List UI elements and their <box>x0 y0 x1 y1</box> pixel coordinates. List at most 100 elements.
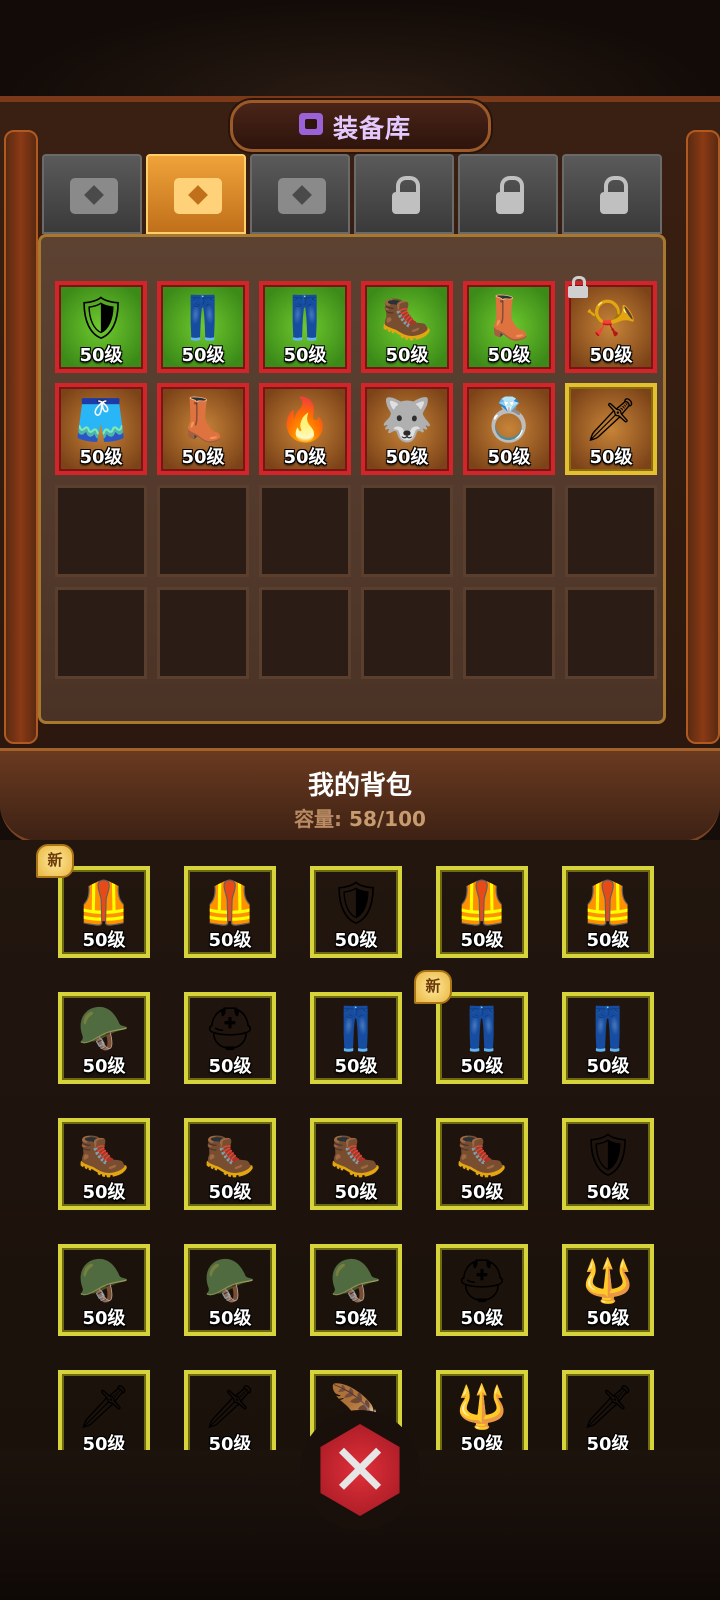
item-level: 50级 <box>487 345 531 366</box>
chest-icon <box>278 178 326 214</box>
empty-slot[interactable] <box>55 587 147 679</box>
royal-pants-item[interactable]: 👖 50级 <box>562 992 654 1084</box>
empty-slot[interactable] <box>463 587 555 679</box>
green-sword-item[interactable]: 🗡 50级 <box>562 1370 654 1450</box>
winged-gold-boots-item[interactable]: 👢 50级 <box>157 383 249 475</box>
lock-icon <box>600 176 628 216</box>
green-boots-icon: 🥾 <box>329 1130 383 1179</box>
green-pants-item[interactable]: 👖 50级 <box>310 992 402 1084</box>
dark-spiked-boots-item[interactable]: 🥾 50级 <box>361 281 453 373</box>
blue-shoulder-armor-item[interactable]: 🛡 50级 <box>310 866 402 958</box>
item-level: 50级 <box>460 1056 504 1077</box>
royal-pants-icon: 👖 <box>455 1004 509 1053</box>
wolf-pendant-item[interactable]: 🐺 50级 <box>361 383 453 475</box>
fire-chest-armor-item[interactable]: 🔥 50级 <box>259 383 351 475</box>
green-pants-icon: 👖 <box>329 1004 383 1053</box>
sword-item[interactable]: 🗡 50级 <box>184 1370 276 1450</box>
empty-slot[interactable] <box>157 587 249 679</box>
tab-storage-3[interactable] <box>250 154 350 234</box>
storage-tabs <box>42 154 664 234</box>
dark-gold-pants-item[interactable]: 👖 50级 <box>259 281 351 373</box>
item-level: 50级 <box>82 1434 126 1450</box>
chest-icon <box>70 178 118 214</box>
empty-slot[interactable] <box>157 485 249 577</box>
item-level: 50级 <box>460 1182 504 1203</box>
item-level: 50级 <box>460 1434 504 1450</box>
gold-ring-item[interactable]: 💍 50级 <box>463 383 555 475</box>
tab-storage-4-locked[interactable] <box>354 154 454 234</box>
empty-slot[interactable] <box>361 587 453 679</box>
war-horn-icon: 📯 <box>584 293 638 342</box>
frame-left-pillar <box>4 130 38 744</box>
capacity-value: 58/100 <box>349 807 426 831</box>
empty-slot[interactable] <box>565 587 657 679</box>
white-gold-boots-item[interactable]: 👢 50级 <box>463 281 555 373</box>
green-helmet-icon: 🪖 <box>77 1256 131 1305</box>
item-level: 50级 <box>385 447 429 468</box>
empty-slot[interactable] <box>259 587 351 679</box>
empty-slot[interactable] <box>55 485 147 577</box>
empty-slot[interactable] <box>259 485 351 577</box>
bronze-chest-armor-icon: 🦺 <box>77 878 131 927</box>
storage-grid: 🛡 50级 👖 50级 👖 50级 🥾 50级 👢 50级 📯 50级 🩳 50级 👢 50级 🔥 50级 🐺 50级… <box>38 234 666 724</box>
tab-storage-2[interactable] <box>146 154 246 234</box>
item-level: 50级 <box>208 1056 252 1077</box>
sword-item[interactable]: 🗡 50级 <box>58 1370 150 1450</box>
royal-pants-item[interactable]: 👖 50级 <box>436 992 528 1084</box>
horned-helmet-icon: 🪖 <box>77 1004 131 1053</box>
gold-helmet-icon: ⛑ <box>455 1256 509 1305</box>
chest-icon <box>174 178 222 214</box>
white-gold-boots-icon: 👢 <box>482 293 536 342</box>
dark-gold-pants-icon: 👖 <box>176 293 230 342</box>
item-level: 50级 <box>334 1308 378 1329</box>
item-level: 50级 <box>208 1308 252 1329</box>
gold-helmet-item[interactable]: ⛑ 50级 <box>436 1244 528 1336</box>
green-helmet-item[interactable]: 🪖 50级 <box>58 1244 150 1336</box>
bag-capacity: 容量: 58/100 <box>0 803 720 832</box>
sword-item[interactable]: 🗡 50级 <box>565 383 657 475</box>
empty-slot[interactable] <box>463 485 555 577</box>
tab-storage-6-locked[interactable] <box>562 154 662 234</box>
item-level: 50级 <box>589 447 633 468</box>
plumed-helmet-item[interactable]: ⛑ 50级 <box>184 992 276 1084</box>
blue-helmet-item[interactable]: 🪖 50级 <box>184 1244 276 1336</box>
purple-chest-armor-item[interactable]: 🦺 50级 <box>562 866 654 958</box>
red-white-pants-item[interactable]: 🩳 50级 <box>55 383 147 475</box>
green-boots-item[interactable]: 🥾 50级 <box>310 1118 402 1210</box>
tab-storage-1[interactable] <box>42 154 142 234</box>
horned-helmet-item[interactable]: 🪖 50级 <box>58 992 150 1084</box>
fur-shoulder-armor-item[interactable]: 🛡 50级 <box>562 1118 654 1210</box>
close-button[interactable]: ✕ <box>300 1410 420 1530</box>
sword-icon: 🗡 <box>77 1382 131 1431</box>
green-chest-armor-item[interactable]: 🦺 50级 <box>184 866 276 958</box>
bag-grid[interactable]: 🦺 50级新 🦺 50级 🛡 50级 🦺 50级 🦺 50级 🪖 50级 ⛑ 50级 👖 50级 👖 50级新 👖 5… <box>0 840 720 1450</box>
bronze-chest-armor-item[interactable]: 🦺 50级 <box>58 866 150 958</box>
gold-ring-icon: 💍 <box>482 395 536 444</box>
tab-storage-5-locked[interactable] <box>458 154 558 234</box>
item-level: 50级 <box>208 1182 252 1203</box>
dark-spiked-boots-item[interactable]: 🥾 50级 <box>58 1118 150 1210</box>
item-level: 50级 <box>208 1434 252 1450</box>
green-chest-armor-icon: 🦺 <box>203 878 257 927</box>
purple-mace-item[interactable]: 🔱 50级 <box>562 1244 654 1336</box>
dark-gold-pants-item[interactable]: 👖 50级 <box>157 281 249 373</box>
green-boots-item[interactable]: 🥾 50级 <box>436 1118 528 1210</box>
fire-chest-armor-icon: 🔥 <box>278 395 332 444</box>
item-level: 50级 <box>334 930 378 951</box>
item-level: 50级 <box>283 447 327 468</box>
empty-slot[interactable] <box>361 485 453 577</box>
sword-icon: 🗡 <box>203 1382 257 1431</box>
purple-helmet-item[interactable]: 🪖 50级 <box>310 1244 402 1336</box>
gold-scepter-item[interactable]: 🔱 50级 <box>436 1370 528 1450</box>
title-plate: 装备库 <box>230 100 491 152</box>
empty-slot[interactable] <box>565 485 657 577</box>
dark-spiked-boots-item[interactable]: 🥾 50级 <box>184 1118 276 1210</box>
lock-icon <box>496 176 524 216</box>
item-level: 50级 <box>586 1056 630 1077</box>
purple-chest-armor-item[interactable]: 🦺 50级 <box>436 866 528 958</box>
new-badge: 新 <box>414 970 452 1004</box>
blue-shoulder-armor-item[interactable]: 🛡 50级 <box>55 281 147 373</box>
royal-pants-icon: 👖 <box>581 1004 635 1053</box>
item-level: 50级 <box>79 447 123 468</box>
item-level: 50级 <box>487 447 531 468</box>
